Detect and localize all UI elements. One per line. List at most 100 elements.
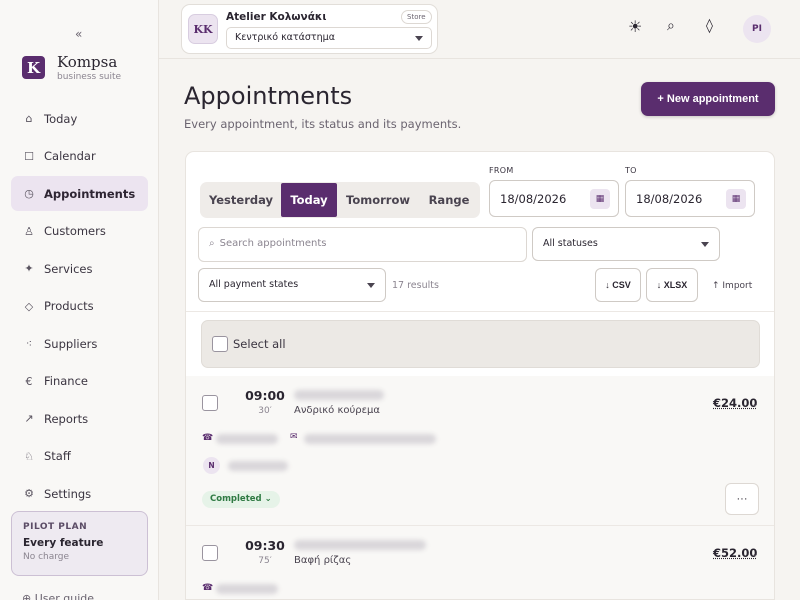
customers-icon: ♙ [24,224,34,238]
tab-yesterday[interactable]: Yesterday [201,183,281,217]
sidebar-item-appointments[interactable]: ◷ Appointments [11,176,148,211]
sidebar-item-suppliers[interactable]: ⁖ Suppliers [11,326,148,361]
plan-feature: Every feature [23,537,104,549]
sidebar-item-finance[interactable]: € Finance [11,364,148,399]
chevron-down-icon [701,242,709,247]
sidebar-item-label: Calendar [44,149,96,163]
plan-card[interactable]: PILOT PLAN Every feature No charge [11,511,148,576]
appointments-icon: ◷ [24,187,34,200]
chevron-down-icon [367,283,375,288]
calendar-icon: ☐ [24,149,34,163]
services-icon: ✦ [24,262,34,275]
appointment-time: 09:30 [245,538,285,553]
store-name: Atelier Κολωνάκι [226,11,327,23]
to-date-value: 18/08/2026 [636,192,703,206]
sidebar-item-label: Customers [44,224,106,238]
page-subtitle: Every appointment, its status and its pa… [184,117,462,131]
select-all-label: Select all [233,337,286,351]
appointment-duration: 75′ [258,556,272,566]
row-checkbox[interactable] [202,395,218,411]
email-redacted [304,434,436,444]
sidebar-item-label: Reports [44,411,89,426]
new-appointment-button[interactable]: + New appointment [641,82,775,116]
sidebar-item-label: Suppliers [44,336,98,351]
sidebar-item-settings[interactable]: ⚙ Settings [11,476,148,511]
from-date-value: 18/08/2026 [500,192,567,206]
brand-logo: K [22,56,45,79]
chevron-down-icon[interactable]: ⌄ [752,549,759,558]
appointment-price[interactable]: €52.00 [713,546,757,560]
export-csv-button[interactable]: ↓ CSV [595,268,641,302]
date-range-tabs: Yesterday Today Tomorrow Range [200,182,480,218]
status-select[interactable]: All statuses [532,227,720,261]
sidebar-item-products[interactable]: ◇ Products [11,289,148,324]
divider [186,311,774,312]
appointment-row[interactable]: 09:30 75′ Βαφή ρίζας €52.00 ⌄ ☎ [186,526,774,599]
user-avatar[interactable]: PI [743,15,771,43]
sidebar-item-staff[interactable]: ♘ Staff [11,439,148,474]
more-actions-button[interactable]: ··· [725,483,759,515]
sidebar-item-today[interactable]: ⌂ Today [11,101,148,136]
sidebar-item-label: Services [44,261,93,276]
sidebar-item-calendar[interactable]: ☐ Calendar [11,139,148,174]
calendar-icon[interactable]: ▦ [590,189,610,209]
search-input[interactable]: ⌕ Search appointments [198,227,527,262]
tab-tomorrow[interactable]: Tomorrow [337,183,419,217]
branch-select[interactable]: Κεντρικό κατάστημα [226,27,432,49]
service-name: Ανδρικό κούρεμα [294,405,380,416]
results-count: 17 results [392,280,439,291]
appointment-row[interactable]: 09:00 30′ Ανδρικό κούρεμα €24.00 ⌄ ☎ ✉ N… [186,376,774,525]
to-date-input[interactable]: 18/08/2026 ▦ [625,180,755,217]
sidebar-nav: ⌂ Today ☐ Calendar ◷ Appointments ♙ Customers ✦ S… [11,101,148,514]
export-xlsx-button[interactable]: ↓ XLSX [646,268,698,302]
book-icon: ⊕ [22,592,35,600]
brand-name: Kompsa [57,53,118,71]
import-button[interactable]: ↑ Import [712,281,752,291]
sidebar-item-customers[interactable]: ♙ Customers [11,214,148,249]
appointment-price[interactable]: €24.00 [713,396,757,410]
tab-today[interactable]: Today [281,183,337,217]
user-guide-link[interactable]: ⊕ User guide [22,592,94,600]
sun-icon[interactable]: ☀ [628,17,642,36]
phone-icon: ☎ [202,583,214,593]
select-all-bar[interactable]: Select all [201,320,760,368]
chevron-down-icon[interactable]: ⌄ [752,399,759,408]
service-name: Βαφή ρίζας [294,555,352,566]
status-badge[interactable]: Completed ⌄ [202,491,280,508]
finance-icon: € [25,374,33,388]
chevron-down-icon [415,36,423,41]
collapse-sidebar-icon[interactable]: « [75,27,82,41]
mail-icon: ✉ [290,432,298,442]
tab-range[interactable]: Range [419,183,479,217]
select-all-checkbox[interactable] [212,336,228,352]
payment-select-value: All payment states [209,279,299,290]
search-icon[interactable]: ⌕ [667,18,675,34]
store-badge: Store [401,10,432,24]
phone-redacted [216,584,278,594]
brand-subtitle: business suite [57,72,122,82]
row-checkbox[interactable] [202,545,218,561]
calendar-icon[interactable]: ▦ [726,189,746,209]
phone-icon: ☎ [202,433,214,443]
today-icon: ⌂ [25,112,33,125]
staff-icon: ♘ [24,449,34,463]
from-date-input[interactable]: 18/08/2026 ▦ [489,180,619,217]
sidebar-item-label: Appointments [44,186,136,201]
reports-icon: ↗ [24,412,34,425]
store-avatar: KK [188,14,218,44]
note-badge: N [203,457,220,474]
sidebar-item-reports[interactable]: ↗ Reports [11,401,148,436]
sidebar-item-label: Staff [44,449,71,463]
store-switcher[interactable]: KK Atelier Κολωνάκι Store Κεντρικό κατάσ… [181,4,438,54]
payment-state-select[interactable]: All payment states [198,268,386,302]
branch-value: Κεντρικό κατάστημα [235,32,335,43]
sidebar-item-label: Today [44,111,78,126]
sidebar-item-services[interactable]: ✦ Services [11,251,148,286]
topbar-divider [159,58,800,59]
sidebar: « K Kompsa business suite ⌂ Today ☐ Calenda… [0,0,159,600]
user-guide-label: User guide [34,592,95,600]
bell-icon[interactable]: ◊ [706,18,713,34]
sidebar-item-label: Settings [44,486,92,501]
products-icon: ◇ [24,299,34,313]
phone-redacted [216,434,278,444]
